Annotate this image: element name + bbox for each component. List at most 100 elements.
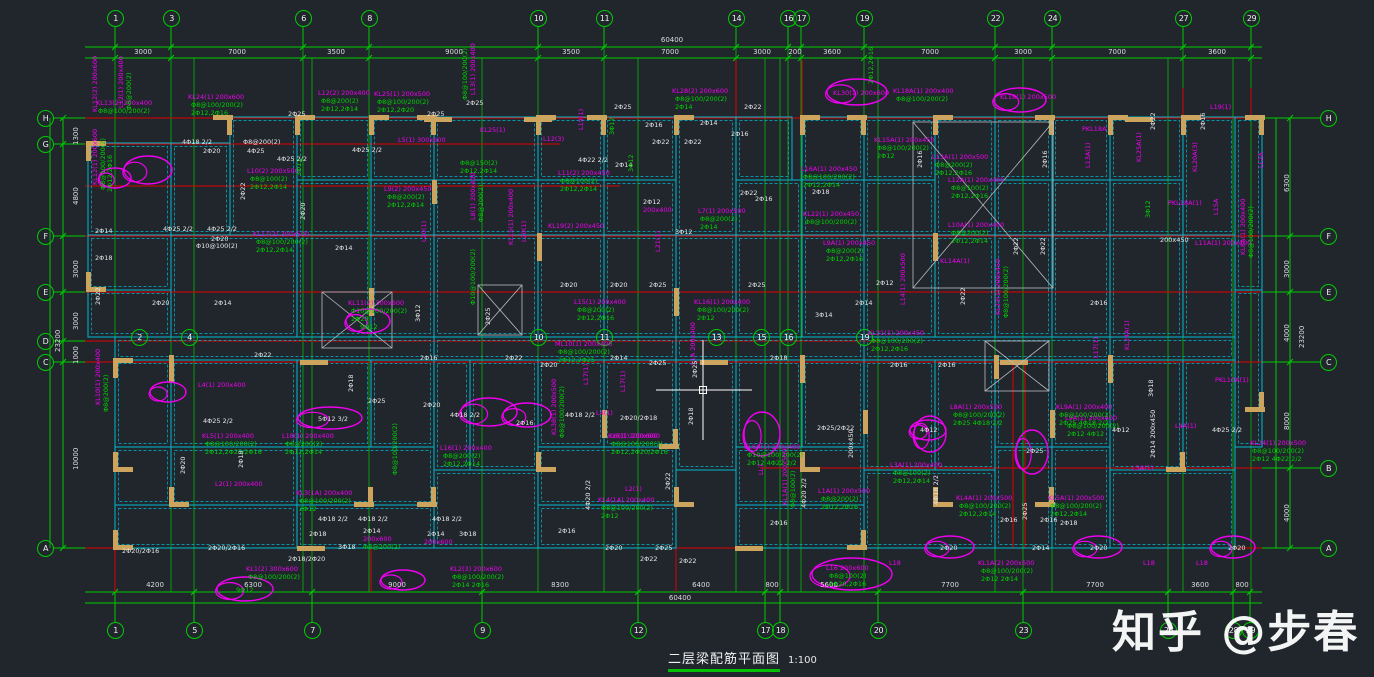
beam-annotation: 2Φ18 xyxy=(347,374,355,392)
axis-bubble-2: 2 xyxy=(131,329,148,346)
beam-annotation: KL8A(1) 200x400 xyxy=(1239,198,1247,255)
beam-annotation: L20(1) xyxy=(420,220,428,242)
axis-bubble-1: 1 xyxy=(107,622,124,639)
beam-annotation: L18 xyxy=(1196,559,1208,567)
beam-annotation: KL6(1) 200x600 xyxy=(608,432,660,440)
dimension-label: 3000 xyxy=(72,260,80,278)
dimension-label: 3600 xyxy=(1208,48,1226,56)
beam-annotation: 2Φ20 xyxy=(605,544,623,552)
beam-annotation: L19(1) xyxy=(1210,103,1232,111)
dimension-label: 60400 xyxy=(668,594,692,602)
beam-annotation: Φ8@100/200(2) xyxy=(697,306,749,314)
beam-annotation: 2Φ14 xyxy=(700,119,718,127)
axis-bubble-A: A xyxy=(37,540,54,557)
dimension-label: 8300 xyxy=(551,581,569,589)
axis-bubble-22: 22 xyxy=(987,10,1004,27)
axis-bubble-15: 15 xyxy=(753,329,770,346)
beam-annotation: Φ8@100/200(2) xyxy=(205,440,257,448)
beam-annotation: 2Φ20 xyxy=(1228,544,1246,552)
beam-annotation: 4Φ20 2/2 xyxy=(584,479,592,510)
beam-annotation: L13A(1) 200x500 xyxy=(932,153,989,161)
dimension-label: 7700 xyxy=(1086,581,1104,589)
dimension-label: 3000 xyxy=(72,312,80,330)
dimension-label: 60400 xyxy=(660,36,684,44)
beam-annotation: 2Φ12,2Φ16 xyxy=(826,255,864,263)
axis-bubble-11: 11 xyxy=(596,10,613,27)
axis-bubble-E: E xyxy=(1320,284,1337,301)
beam-annotation: 4Φ18 2/2 xyxy=(932,474,940,505)
beam-annotation: L19(1) xyxy=(577,108,585,130)
beam-annotation: 3Φ14 xyxy=(815,311,833,319)
beam-annotation: KL15(1) 200x400 xyxy=(507,188,515,245)
dimension-label: 3500 xyxy=(327,48,345,56)
beam-annotation: KL30(1) 200x600 xyxy=(833,89,890,97)
beam-annotation: Φ8@200(2) xyxy=(363,543,401,551)
beam-annotation: KL2(3) 200x600 xyxy=(450,565,502,573)
beam-annotation: 2Φ16 xyxy=(916,150,924,168)
beam-annotation: 2Φ22 xyxy=(664,472,672,490)
axis-bubble-16: 16 xyxy=(780,329,797,346)
dimension-label: 1000 xyxy=(72,346,80,364)
beam-annotation: 2Φ20 xyxy=(152,299,170,307)
beam-annotation: Φ8@100/200(2) xyxy=(871,337,923,345)
beam-annotation: 2Φ12,2Φ14 xyxy=(443,460,481,468)
beam-annotation: 4Φ12 xyxy=(920,426,938,434)
axis-bubble-H: H xyxy=(1320,110,1337,127)
beam-annotation: 2Φ25 xyxy=(351,315,369,323)
dimension-label: 4000 xyxy=(1283,504,1291,522)
dimension-label: 23200 xyxy=(54,329,62,352)
beam-annotation: L12(3) xyxy=(543,135,565,143)
beam-annotation: 2Φ16 xyxy=(770,519,788,527)
beam-annotation: Φ8@100/200(2) xyxy=(953,411,1005,419)
dimension-label: 4000 xyxy=(1283,324,1291,342)
beam-annotation: L10(2) 200x500 xyxy=(247,167,299,175)
beam-annotation: Φ8@100/200(2) xyxy=(391,423,399,475)
beam-annotation: Φ8@100/200(2) xyxy=(452,573,504,581)
beam-annotation: KL19(2) 200x450 xyxy=(548,222,605,230)
beam-annotation: KL4(1A) 200x400 xyxy=(598,496,655,504)
beam-annotation: 2Φ25 xyxy=(1026,447,1044,455)
beam-annotation: L20(1) xyxy=(520,220,528,242)
axis-bubble-A: A xyxy=(1320,540,1337,557)
beam-annotation: 2Φ22 xyxy=(1149,112,1157,130)
beam-annotation: 2Φ25 4Φ18 2/2 xyxy=(953,419,1003,427)
beam-annotation: L1A(1) 200x500 xyxy=(818,487,871,495)
cad-drawing-canvas[interactable]: 1 3 6 8 10 11 14 16 17 19 22 24 27 29 1 5 7 9 12 17 18 20 23 26… xyxy=(0,0,1374,677)
beam-annotation: L9A(1) 200x450 xyxy=(823,239,876,247)
beam-annotation: L10A(1) 200x400 xyxy=(948,221,1005,229)
beam-annotation: 200x600 xyxy=(424,538,453,546)
beam-annotation: Φ8@100/200(2) xyxy=(611,440,663,448)
drawing-title: 二层梁配筋平面图 xyxy=(668,648,781,672)
beam-annotation: 2Φ22 xyxy=(239,182,247,200)
beam-annotation: Φ8@200(2) xyxy=(821,495,859,503)
beam-annotation: 2Φ25 xyxy=(691,360,699,378)
beam-annotation: 2Φ12,2Φ16 xyxy=(106,154,114,192)
beam-annotation: 4Φ25 2/2 xyxy=(1212,426,1243,434)
beam-annotation: 2Φ14 2Φ16 xyxy=(452,581,490,589)
dimension-label: 3000 xyxy=(753,48,771,56)
beam-annotation: 2Φ12,2Φ14 xyxy=(951,237,989,245)
axis-bubble-H: H xyxy=(37,110,54,127)
beam-annotation: Φ8@200(2) xyxy=(443,452,481,460)
beam-annotation: L14(1) 200x500 xyxy=(899,253,907,305)
beam-annotation: KL25(1) 200x500 xyxy=(374,90,431,98)
dimension-label: 3600 xyxy=(1191,581,1209,589)
axis-bubble-F: F xyxy=(1320,228,1337,245)
dimension-label: 4200 xyxy=(146,581,164,589)
beam-annotation: 200x400 xyxy=(643,206,672,214)
beam-annotation: L9(2) 200x450 xyxy=(384,185,432,193)
beam-annotation: L4A(1) xyxy=(1175,422,1197,430)
axis-bubble-29: 29 xyxy=(1243,10,1260,27)
beam-annotation: L4(1) 200x400 xyxy=(198,381,246,389)
beam-annotation: 2Φ18/2Φ20 xyxy=(288,555,326,563)
beam-annotation: 4Φ22 2/2 xyxy=(578,156,609,164)
beam-annotation: L1A 200x400 xyxy=(689,322,697,365)
beam-annotation: 2Φ20 xyxy=(299,202,307,220)
beam-annotation: 200x450 xyxy=(847,429,855,458)
beam-annotation: 2Φ20,2Φ16 xyxy=(829,580,867,588)
beam-annotation: 2Φ18 xyxy=(770,354,788,362)
beam-annotation: 2Φ20/2Φ16 xyxy=(122,547,160,555)
beam-annotation: Φ8@100/200(2) xyxy=(299,497,351,505)
beam-annotation: KL12(1) 200x600 xyxy=(91,128,99,185)
beam-annotation: 4Φ25 2/2 xyxy=(203,417,234,425)
